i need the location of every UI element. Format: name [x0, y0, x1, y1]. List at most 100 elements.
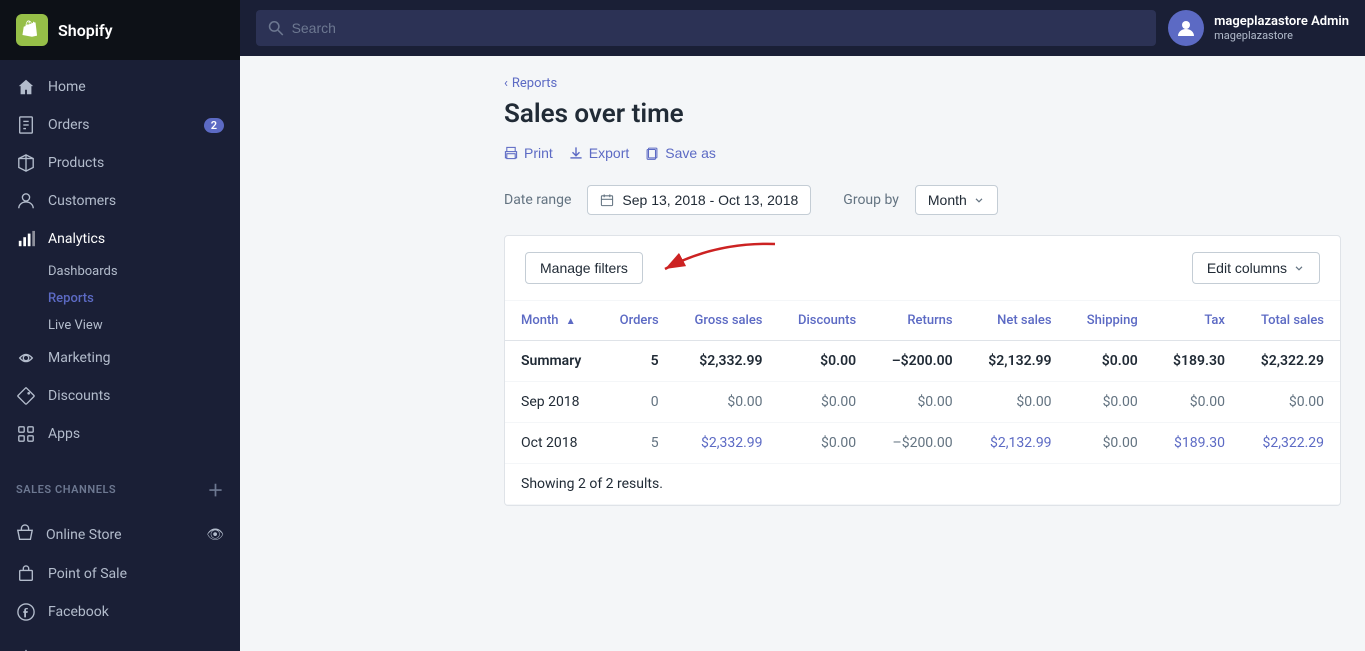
print-button[interactable]: Print	[504, 141, 553, 165]
row-0-returns: $0.00	[872, 382, 968, 423]
col-tax: Tax	[1154, 301, 1241, 341]
save-as-button[interactable]: Save as	[645, 141, 716, 165]
facebook-icon	[16, 602, 36, 622]
sidebar-item-marketing[interactable]: Marketing	[0, 339, 240, 377]
topbar: mageplazastore Admin mageplazastore	[240, 0, 1365, 56]
row-1-total_sales: $2,322.29	[1241, 423, 1340, 464]
filter-row: Date range Sep 13, 2018 - Oct 13, 2018 G…	[504, 185, 1341, 215]
sidebar-item-discounts[interactable]: Discounts	[0, 377, 240, 415]
date-range-button[interactable]: Sep 13, 2018 - Oct 13, 2018	[587, 185, 811, 215]
summary-row: Summary 5 $2,332.99 $0.00 –$200.00 $2,13…	[505, 341, 1340, 382]
search-box[interactable]	[256, 10, 1156, 46]
col-orders: Orders	[601, 301, 675, 341]
results-footer: Showing 2 of 2 results.	[505, 464, 1340, 505]
report-card: Manage filters Edit columns Month	[504, 235, 1341, 506]
orders-badge: 2	[204, 118, 224, 133]
user-area[interactable]: mageplazastore Admin mageplazastore	[1168, 10, 1349, 46]
row-1-gross_sales: $2,332.99	[675, 423, 779, 464]
settings-section: Settings	[0, 639, 240, 651]
home-icon	[16, 77, 36, 97]
row-0-gross_sales: $0.00	[675, 382, 779, 423]
chevron-down-icon-2	[1293, 262, 1305, 274]
row-0-tax: $0.00	[1154, 382, 1241, 423]
sidebar-item-home[interactable]: Home	[0, 68, 240, 106]
row-0-orders: 0	[601, 382, 675, 423]
sub-nav-reports[interactable]: Reports	[48, 285, 240, 312]
summary-label: Summary	[505, 341, 601, 382]
chevron-down-icon	[973, 194, 985, 206]
col-returns: Returns	[872, 301, 968, 341]
avatar	[1168, 10, 1204, 46]
breadcrumb[interactable]: ‹ Reports	[504, 76, 1341, 91]
row-0-shipping: $0.00	[1068, 382, 1154, 423]
user-store: mageplazastore	[1214, 29, 1349, 42]
row-1-orders: 5	[601, 423, 675, 464]
group-by-label: Group by	[843, 192, 899, 208]
table-row[interactable]: Oct 20185$2,332.99$0.00–$200.00$2,132.99…	[505, 423, 1340, 464]
row-1-net_sales: $2,132.99	[969, 423, 1068, 464]
pos-icon	[16, 564, 36, 584]
table-row[interactable]: Sep 20180$0.00$0.00$0.00$0.00$0.00$0.00$…	[505, 382, 1340, 423]
online-store-eye-icon[interactable]: 👁	[206, 527, 224, 543]
row-0-month: Sep 2018	[505, 382, 601, 423]
sub-nav-live-view[interactable]: Live View	[48, 312, 240, 339]
sidebar-item-settings[interactable]: Settings	[0, 639, 240, 651]
col-month[interactable]: Month ▲	[505, 301, 601, 341]
add-sales-channel-icon[interactable]: ＋	[207, 477, 224, 501]
analytics-icon	[16, 229, 36, 249]
sidebar-item-facebook[interactable]: Facebook	[0, 593, 240, 631]
orders-icon	[16, 115, 36, 135]
date-range-label: Date range	[504, 192, 571, 208]
main-nav: Home Orders 2 Products Customers	[0, 60, 240, 461]
row-0-net_sales: $0.00	[969, 382, 1068, 423]
row-1-tax: $189.30	[1154, 423, 1241, 464]
printer-icon	[504, 146, 518, 160]
sidebar-header: Shopify	[0, 0, 240, 60]
col-net-sales: Net sales	[969, 301, 1068, 341]
group-by-button[interactable]: Month	[915, 185, 998, 215]
summary-tax: $189.30	[1154, 341, 1241, 382]
customers-icon	[16, 191, 36, 211]
marketing-icon	[16, 348, 36, 368]
row-0-total_sales: $0.00	[1241, 382, 1340, 423]
shopify-logo-icon	[16, 14, 48, 46]
summary-returns: –$200.00	[872, 341, 968, 382]
col-shipping: Shipping	[1068, 301, 1154, 341]
discounts-icon	[16, 386, 36, 406]
page-title: Sales over time	[504, 99, 1341, 129]
action-bar: Print Export Save as	[504, 141, 1341, 165]
sidebar-item-online-store[interactable]: Online Store 👁	[0, 515, 240, 555]
search-icon	[268, 20, 284, 36]
manage-filters-button[interactable]: Manage filters	[525, 252, 643, 284]
sidebar-item-customers[interactable]: Customers	[0, 182, 240, 220]
shopify-brand-name: Shopify	[58, 21, 113, 40]
sidebar-item-apps[interactable]: Apps	[0, 415, 240, 453]
breadcrumb-parent[interactable]: Reports	[512, 76, 557, 91]
summary-discounts: $0.00	[779, 341, 873, 382]
copy-icon	[645, 146, 659, 160]
date-range-value: Sep 13, 2018 - Oct 13, 2018	[622, 192, 798, 208]
sidebar-item-pos[interactable]: Point of Sale	[0, 555, 240, 593]
row-1-returns: –$200.00	[872, 423, 968, 464]
products-icon	[16, 153, 36, 173]
download-icon	[569, 146, 583, 160]
sub-nav-dashboards[interactable]: Dashboards	[48, 258, 240, 285]
summary-orders: 5	[601, 341, 675, 382]
row-1-discounts: $0.00	[779, 423, 873, 464]
sidebar-item-products[interactable]: Products	[0, 144, 240, 182]
search-input[interactable]	[292, 20, 1145, 36]
summary-shipping: $0.00	[1068, 341, 1154, 382]
summary-gross-sales: $2,332.99	[675, 341, 779, 382]
export-button[interactable]: Export	[569, 141, 629, 165]
apps-icon	[16, 424, 36, 444]
breadcrumb-arrow: ‹	[504, 76, 508, 91]
row-1-shipping: $0.00	[1068, 423, 1154, 464]
edit-columns-button[interactable]: Edit columns	[1192, 252, 1320, 284]
main-content: ‹ Reports Sales over time Print Export S…	[480, 56, 1365, 651]
sidebar-item-analytics[interactable]: Analytics	[0, 220, 240, 258]
summary-net-sales: $2,132.99	[969, 341, 1068, 382]
sidebar: Shopify Home Orders 2 Products	[0, 0, 240, 651]
sort-arrow: ▲	[566, 316, 576, 327]
sales-channels-label: SALES CHANNELS ＋	[0, 461, 240, 507]
sidebar-item-orders[interactable]: Orders 2	[0, 106, 240, 144]
